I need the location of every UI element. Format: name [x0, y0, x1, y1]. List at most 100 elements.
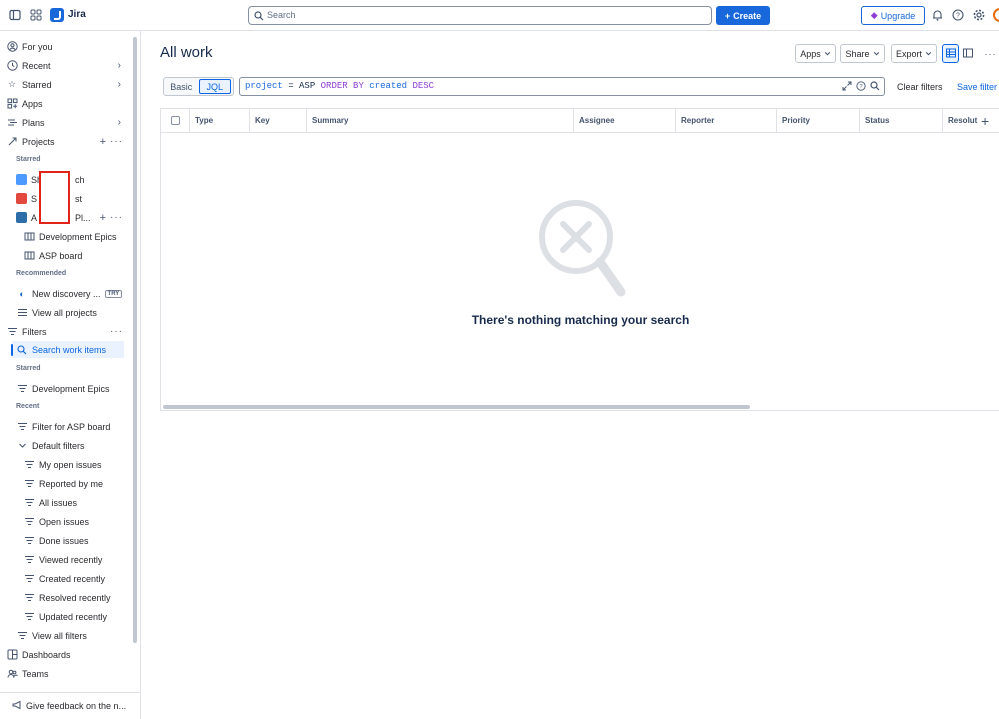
- column-header-key[interactable]: Key: [249, 109, 306, 133]
- default-filter-item[interactable]: Updated recently: [23, 608, 126, 625]
- create-button[interactable]: + Create: [716, 6, 770, 25]
- search-icon: [16, 344, 28, 356]
- mode-toggle: Basic JQL: [163, 77, 234, 96]
- default-filter-item[interactable]: Resolved recently: [23, 589, 126, 606]
- filter-group-default[interactable]: Default filters: [16, 437, 126, 454]
- sidebar-item-label: Plans: [22, 117, 45, 128]
- more-actions-icon[interactable]: ···: [110, 136, 123, 147]
- chevron-down-icon: [873, 49, 880, 59]
- filter-icon: [23, 611, 35, 623]
- default-filter-item[interactable]: My open issues: [23, 456, 126, 473]
- column-header-summary[interactable]: Summary: [306, 109, 573, 133]
- sidebar-item-teams[interactable]: Teams: [6, 665, 126, 682]
- board-item-development-epics[interactable]: Development Epics: [23, 228, 126, 245]
- default-filter-item[interactable]: Done issues: [23, 532, 126, 549]
- default-filter-item[interactable]: Viewed recently: [23, 551, 126, 568]
- sidebar-item-dashboards[interactable]: Dashboards: [6, 646, 126, 663]
- sidebar-item-label: Development Epics: [32, 383, 110, 394]
- select-all-checkbox[interactable]: [171, 116, 180, 125]
- plans-icon: [6, 117, 18, 129]
- chevron-down-icon: [824, 49, 831, 59]
- add-icon[interactable]: +: [100, 212, 106, 224]
- column-header-assignee[interactable]: Assignee: [573, 109, 675, 133]
- share-dropdown-button[interactable]: Share: [840, 44, 885, 63]
- sidebar-item-projects[interactable]: Projects + ···: [6, 133, 126, 150]
- upgrade-button[interactable]: ◆ Upgrade: [861, 6, 925, 25]
- export-dropdown-button[interactable]: Export: [891, 44, 937, 63]
- sidebar-item-label: Open issues: [39, 516, 90, 527]
- column-header-reporter[interactable]: Reporter: [675, 109, 776, 133]
- sidebar-item-view-all-filters[interactable]: View all filters: [16, 627, 126, 644]
- chevron-down-icon: [925, 49, 932, 59]
- expand-icon[interactable]: [842, 81, 852, 98]
- export-label: Export: [895, 48, 922, 59]
- teams-icon: [6, 668, 18, 680]
- sidebar-item-new-discovery[interactable]: ◐ New discovery ... TRY: [16, 285, 126, 302]
- list-view-toggle[interactable]: [942, 44, 959, 63]
- search-icon[interactable]: [870, 81, 880, 98]
- project-item-asp[interactable]: A Pl... + ···: [16, 209, 126, 226]
- add-project-icon[interactable]: +: [100, 136, 106, 148]
- brand-name[interactable]: Jira: [68, 9, 86, 20]
- filter-item-development-epics[interactable]: Development Epics: [16, 380, 126, 397]
- page-title: All work: [160, 44, 213, 61]
- table-horizontal-scrollbar[interactable]: [163, 405, 750, 409]
- app-switcher-icon[interactable]: [29, 8, 43, 22]
- sidebar-item-recent[interactable]: Recent ›: [6, 57, 126, 74]
- sidebar-item-plans[interactable]: Plans ›: [6, 114, 126, 131]
- sidebar-item-search-work-items[interactable]: Search work items: [12, 341, 124, 358]
- sidebar-item-label: All issues: [39, 497, 78, 508]
- sidebar-scrollbar[interactable]: [133, 37, 137, 643]
- sidebar-item-starred[interactable]: ☆ Starred ›: [6, 76, 126, 93]
- clear-filters-button[interactable]: Clear filters: [897, 82, 943, 92]
- upgrade-label: Upgrade: [880, 10, 916, 21]
- column-header-status[interactable]: Status: [859, 109, 942, 133]
- default-filter-item[interactable]: All issues: [23, 494, 126, 511]
- help-icon[interactable]: ?: [856, 81, 866, 98]
- more-options-button[interactable]: ···: [982, 44, 999, 63]
- detail-view-toggle[interactable]: [959, 44, 976, 63]
- chevron-right-icon[interactable]: ›: [118, 117, 121, 128]
- default-filter-item[interactable]: Created recently: [23, 570, 126, 587]
- jql-query-input[interactable]: project = ASP ORDER BY created DESC ?: [239, 77, 885, 96]
- chevron-right-icon[interactable]: ›: [118, 60, 121, 71]
- board-item-asp-board[interactable]: ASP board: [23, 247, 126, 264]
- avatar[interactable]: [993, 8, 999, 22]
- filter-icon: [16, 630, 28, 642]
- project-item[interactable]: Sh ch: [16, 171, 126, 188]
- sidebar-item-filters[interactable]: Filters ···: [6, 323, 126, 340]
- filter-icon: [23, 459, 35, 471]
- chevron-right-icon[interactable]: ›: [118, 79, 121, 90]
- help-icon[interactable]: ?: [951, 8, 965, 22]
- settings-icon[interactable]: [972, 8, 986, 22]
- default-filter-item[interactable]: Open issues: [23, 513, 126, 530]
- filter-item-asp-board[interactable]: Filter for ASP board: [16, 418, 126, 435]
- sidebar-item-for-you[interactable]: For you: [6, 38, 126, 55]
- filter-icon: [23, 497, 35, 509]
- sidebar-item-view-all-projects[interactable]: View all projects: [16, 304, 126, 321]
- filter-icon: [16, 383, 28, 395]
- more-actions-icon[interactable]: ···: [110, 212, 123, 223]
- more-actions-icon[interactable]: ···: [110, 326, 123, 337]
- mode-basic-button[interactable]: Basic: [166, 79, 197, 94]
- give-feedback-button[interactable]: Give feedback on the n...: [0, 692, 141, 719]
- bell-icon[interactable]: [930, 8, 944, 22]
- sidebar-toggle-icon[interactable]: [8, 8, 22, 22]
- mode-jql-button[interactable]: JQL: [198, 79, 231, 94]
- sidebar-item-label: View all filters: [32, 630, 87, 641]
- try-badge: TRY: [104, 289, 123, 298]
- sidebar-item-apps[interactable]: Apps: [6, 95, 126, 112]
- jira-logo-icon[interactable]: [50, 8, 64, 22]
- default-filter-item[interactable]: Reported by me: [23, 475, 126, 492]
- search-input[interactable]: Search: [248, 6, 712, 25]
- column-header-type[interactable]: Type: [189, 109, 249, 133]
- add-column-icon[interactable]: +: [981, 113, 989, 129]
- apps-label: Apps: [800, 48, 821, 59]
- column-header-priority[interactable]: Priority: [776, 109, 859, 133]
- filter-icon: [23, 592, 35, 604]
- apps-dropdown-button[interactable]: Apps: [795, 44, 836, 63]
- save-filter-button[interactable]: Save filter: [957, 82, 997, 92]
- sidebar-item-label: Teams: [22, 668, 49, 679]
- column-header-resolution[interactable]: Resolut: [942, 109, 978, 133]
- project-item[interactable]: Sst: [16, 190, 126, 207]
